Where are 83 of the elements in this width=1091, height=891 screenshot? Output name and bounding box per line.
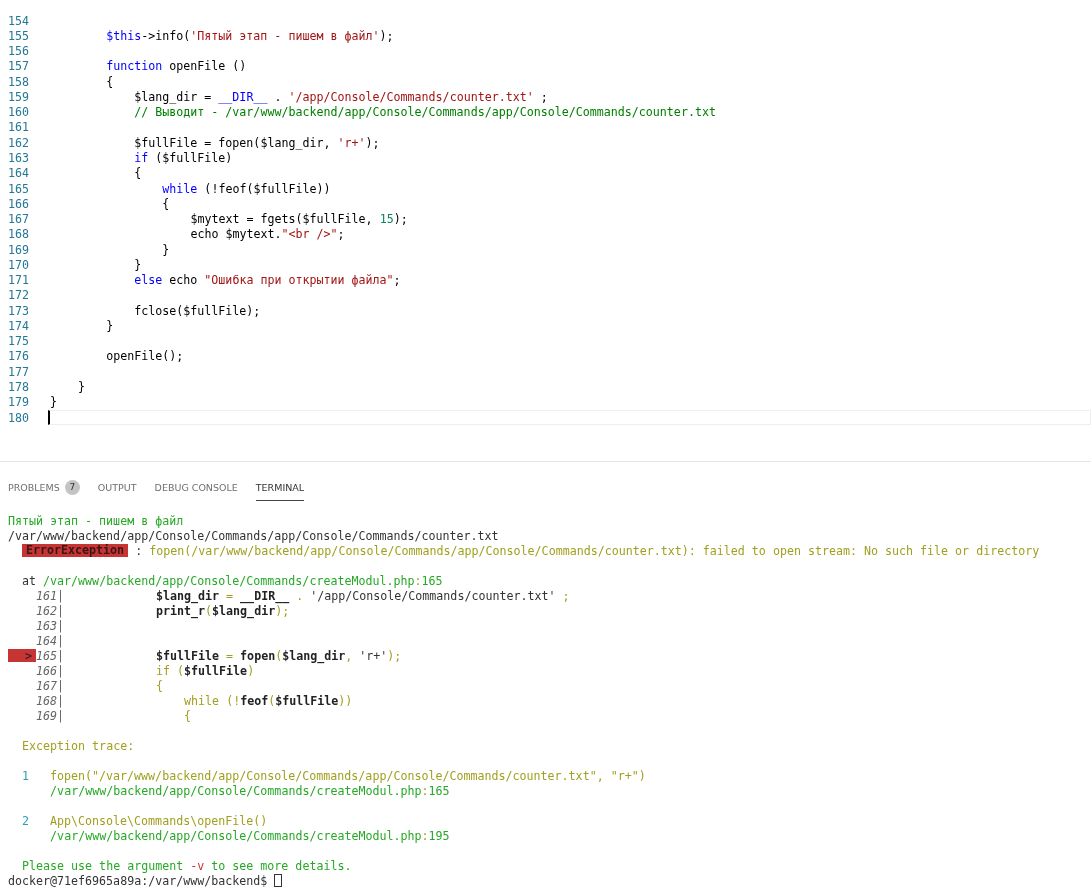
panel-tab[interactable]: PROBLEMS 7 bbox=[8, 473, 80, 501]
code-line: fclose($fullFile); bbox=[134, 303, 261, 318]
line-number: 156 bbox=[6, 44, 29, 59]
line-number: 170 bbox=[6, 257, 29, 272]
code-line: { bbox=[162, 196, 170, 211]
snippet-line-number: 164| bbox=[36, 633, 64, 648]
line-number: 167 bbox=[6, 212, 29, 227]
panel-tab[interactable]: OUTPUT bbox=[97, 473, 137, 501]
line-number: 164 bbox=[6, 166, 29, 181]
line-number: 174 bbox=[6, 318, 29, 333]
code-line: // Выводит - /var/www/backend/app/Console/Commands/app/Console/Commands/counter.txt bbox=[134, 105, 716, 120]
snippet-code: if ($fullFile) bbox=[156, 663, 255, 678]
line-number: 172 bbox=[6, 288, 29, 303]
code-line: { bbox=[106, 74, 114, 89]
code-line: } bbox=[106, 318, 114, 333]
snippet-code: $lang_dir = __DIR__ . '/app/Console/Commands/counter.txt' ; bbox=[156, 588, 570, 603]
line-number: 160 bbox=[6, 105, 29, 120]
line-number: 155 bbox=[6, 28, 29, 43]
snippet-line-number: 166| bbox=[36, 663, 64, 678]
code-line: } bbox=[50, 395, 57, 410]
line-number: 154 bbox=[6, 13, 29, 28]
terminal-line: Exception trace: bbox=[22, 738, 135, 753]
code-line: } bbox=[162, 242, 170, 257]
snippet-code: { bbox=[156, 678, 163, 693]
terminal-line: /var/www/backend/app/Console/Commands/createModul.php:165 bbox=[50, 783, 450, 798]
code-line: $mytext = fgets($fullFile, 15); bbox=[190, 212, 408, 227]
terminal-line: at /var/www/backend/app/Console/Commands/createModul.php:165 bbox=[22, 573, 443, 588]
line-number: 177 bbox=[6, 364, 29, 379]
snippet-line-number: 162| bbox=[36, 603, 64, 618]
snippet-line-number: 169| bbox=[36, 708, 64, 723]
code-line: $fullFile = fopen($lang_dir, 'r+'); bbox=[134, 135, 380, 150]
code-line: { bbox=[134, 166, 142, 181]
line-number: 178 bbox=[6, 380, 29, 394]
code-line: openFile(); bbox=[106, 349, 184, 364]
trace-number: 1 bbox=[22, 768, 30, 783]
snippet-line-number: 165| bbox=[36, 648, 64, 663]
code-line: else echo "Ошибка при открытии файла"; bbox=[134, 273, 401, 288]
line-number: 157 bbox=[6, 59, 29, 74]
snippet-code: $fullFile = fopen($lang_dir, 'r+'); bbox=[156, 648, 402, 663]
code-line: $lang_dir = __DIR__ . '/app/Console/Commands/counter.txt' ; bbox=[134, 89, 548, 104]
error-message: : fopen(/var/www/backend/app/Console/Commands/app/Console/Commands/counter.txt): failed to open stream: No such file or directory bbox=[134, 543, 1040, 558]
shell-prompt: docker@71ef6965a89a:/var/www/backend$ bbox=[8, 873, 268, 888]
line-number: 162 bbox=[6, 135, 29, 150]
code-line: } bbox=[78, 380, 86, 394]
code-line: function openFile () bbox=[106, 59, 247, 74]
snippet-code: { bbox=[183, 708, 192, 723]
terminal-line: Please use the argument -v to see more details. bbox=[22, 858, 352, 873]
line-number: 165 bbox=[6, 181, 29, 196]
problem-count: 7 bbox=[64, 479, 80, 495]
error-badge: ErrorException bbox=[22, 544, 129, 557]
panel-tab[interactable]: TERMINAL bbox=[255, 473, 305, 501]
line-number: 161 bbox=[6, 120, 29, 135]
line-number: 169 bbox=[6, 242, 29, 257]
line-number: 175 bbox=[6, 334, 29, 349]
line-number: 163 bbox=[6, 151, 29, 165]
line-number: 176 bbox=[6, 349, 29, 364]
line-number: 159 bbox=[6, 89, 29, 104]
snippet-code: while (!feof($fullFile)) bbox=[183, 693, 353, 708]
snippet-line-number: 167| bbox=[36, 678, 64, 693]
terminal-line: /var/www/backend/app/Console/Commands/createModul.php:195 bbox=[50, 828, 450, 843]
trace-call: App\Console\Commands\openFile() bbox=[50, 813, 268, 828]
panel-tab[interactable]: DEBUG CONSOLE bbox=[154, 473, 238, 501]
line-number: 179 bbox=[6, 395, 29, 410]
terminal-line: /var/www/backend/app/Console/Commands/app/Console/Commands/counter.txt bbox=[8, 528, 499, 543]
line-number: 168 bbox=[6, 227, 29, 242]
snippet-line-number: 168| bbox=[36, 693, 64, 708]
code-line: echo $mytext."<br />"; bbox=[190, 227, 345, 242]
terminal-line: Пятый этап - пишем в файл bbox=[8, 513, 184, 528]
line-number: 158 bbox=[6, 74, 29, 89]
terminal-cursor bbox=[274, 874, 283, 887]
line-number: 180 bbox=[6, 410, 29, 425]
line-number: 166 bbox=[6, 196, 29, 211]
trace-call: fopen("/var/www/backend/app/Console/Commands/app/Console/Commands/counter.txt", "r+") bbox=[50, 768, 646, 783]
code-line: while (!feof($fullFile)) bbox=[162, 181, 331, 196]
trace-number: 2 bbox=[22, 813, 30, 828]
code-line: } bbox=[134, 257, 142, 272]
snippet-line-number: 161| bbox=[36, 588, 64, 603]
line-number: 173 bbox=[6, 303, 29, 318]
snippet-code: print_r($lang_dir); bbox=[156, 603, 290, 618]
code-line: $this->info('Пятый этап - пишем в файл'); bbox=[106, 28, 394, 43]
snippet-line-number: 163| bbox=[36, 618, 64, 633]
line-number: 171 bbox=[6, 273, 29, 288]
code-line: if ($fullFile) bbox=[134, 151, 233, 166]
